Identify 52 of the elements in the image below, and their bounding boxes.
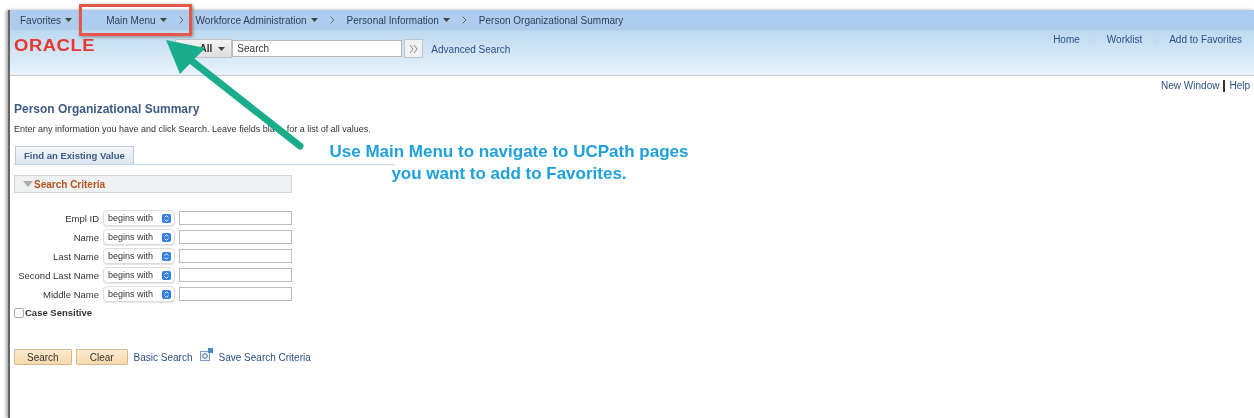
tab[interactable]: Find an Existing Value (15, 146, 134, 164)
field-label: Name (72, 231, 99, 243)
page-title: Person Organizational Summary (14, 102, 201, 116)
advanced-search-link[interactable]: Advanced Search (431, 44, 511, 55)
field-label: Last Name (52, 250, 99, 262)
caret-icon (159, 18, 167, 22)
page-link[interactable]: New Window (1161, 80, 1220, 91)
caret-icon (442, 18, 450, 22)
callout-text: Use Main Menu to navigate to UCPath pages you want to add to Favorites. (328, 141, 690, 185)
operator-dropdown[interactable]: begins with (103, 229, 175, 245)
section-header[interactable]: Search Criteria (14, 175, 292, 193)
input-field[interactable] (179, 230, 292, 244)
search-go-button[interactable] (404, 39, 424, 58)
input-field[interactable] (179, 249, 292, 263)
operator-dropdown[interactable]: begins with (103, 210, 175, 226)
search-field[interactable]: Search (232, 40, 403, 57)
instruction-text: for a list of all values. (286, 124, 371, 134)
stepper-icon (162, 251, 171, 261)
field-label: Second Last Name (17, 269, 99, 281)
page-link[interactable]: Help (1229, 80, 1250, 91)
caret-icon (218, 46, 226, 51)
search-link[interactable]: Save Search Criteria (218, 351, 311, 363)
checkbox-label: Case Sensitive (25, 307, 93, 318)
caret-icon (65, 18, 73, 22)
stepper-icon (162, 213, 171, 223)
nav-menu-item[interactable]: Workforce Administration (185, 14, 328, 26)
input-field[interactable] (179, 268, 292, 282)
action-button[interactable]: Search (14, 349, 72, 365)
search-link[interactable]: Basic Search (133, 351, 193, 363)
nav-menu-item[interactable]: Person Organizational Summary (468, 14, 634, 26)
caret-icon (310, 18, 318, 22)
nav-menu-item[interactable]: Main Menu (96, 14, 177, 26)
operator-dropdown[interactable]: begins with (103, 286, 175, 302)
nav-menu-item[interactable]: Personal Information (336, 14, 460, 26)
nav-menu-item[interactable]: Favorites (20, 14, 83, 26)
input-field[interactable] (179, 211, 292, 225)
double-chevron-icon (408, 44, 419, 53)
field-label: Empl ID (64, 212, 99, 224)
oracle-logo: ORACLE (14, 37, 96, 55)
header-link[interactable]: Home (1053, 33, 1080, 45)
stepper-icon (162, 289, 171, 299)
operator-dropdown[interactable]: begins with (103, 267, 175, 283)
action-button[interactable]: Clear (75, 349, 128, 365)
stepper-icon (162, 270, 171, 280)
field-label: Middle Name (42, 288, 99, 300)
stepper-icon (162, 232, 171, 242)
header-link[interactable]: Add to Favorites (1169, 33, 1242, 45)
input-field[interactable] (179, 287, 292, 301)
checkbox[interactable] (14, 307, 24, 318)
operator-dropdown[interactable]: begins with (103, 248, 175, 264)
triangle-icon (23, 181, 33, 187)
header-link[interactable]: Worklist (1106, 33, 1143, 45)
